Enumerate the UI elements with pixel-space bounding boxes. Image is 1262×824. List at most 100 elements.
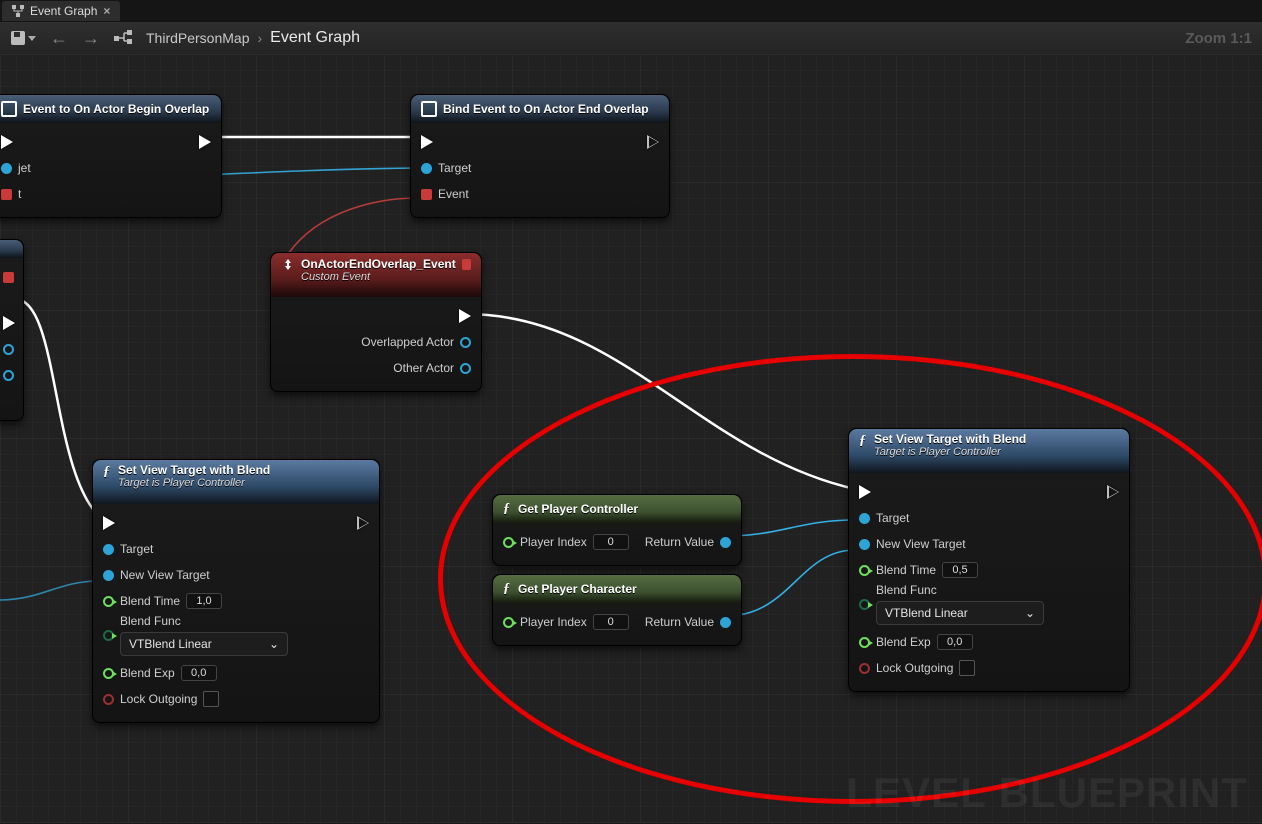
delegate-out-pin[interactable]	[462, 259, 471, 270]
graph-canvas[interactable]: Event to On Actor Begin Overlap jet t Bi…	[0, 54, 1262, 823]
pin-label: t	[18, 187, 21, 201]
node-custom-event[interactable]: OnActorEndOverlap_Event Custom Event Ove…	[270, 252, 482, 392]
lock-outgoing-checkbox[interactable]	[959, 660, 975, 676]
chevron-down-icon: ⌄	[269, 637, 279, 651]
exec-pin-in[interactable]	[103, 516, 115, 530]
lock-outgoing-pin[interactable]	[859, 663, 870, 674]
blend-exp-input[interactable]: 0,0	[181, 665, 217, 681]
data-pin-out[interactable]	[460, 337, 471, 348]
blend-exp-pin[interactable]	[103, 668, 114, 679]
data-pin[interactable]	[3, 370, 14, 381]
exec-pin-in[interactable]	[3, 316, 15, 330]
delegate-pin[interactable]	[3, 272, 14, 283]
save-icon	[10, 30, 26, 46]
pin-label: Event	[438, 187, 469, 201]
pin-label: Target	[876, 511, 909, 525]
blend-func-select[interactable]: VTBlend Linear⌄	[120, 632, 288, 656]
node-get-player-character[interactable]: ƒGet Player Character Player Index0 Retu…	[492, 574, 742, 646]
pin-label: Blend Exp	[876, 635, 931, 649]
event-pin[interactable]	[421, 189, 432, 200]
event-pin[interactable]	[1, 189, 12, 200]
node-title: OnActorEndOverlap_Event	[301, 257, 456, 271]
node-title: Get Player Character	[518, 582, 637, 596]
blend-func-pin[interactable]	[859, 599, 870, 610]
player-index-pin[interactable]	[503, 537, 514, 548]
blend-exp-pin[interactable]	[859, 637, 870, 648]
watermark-label: LEVEL BLUEPRINT	[846, 769, 1248, 817]
node-get-player-controller[interactable]: ƒGet Player Controller Player Index0 Ret…	[492, 494, 742, 566]
node-title: Event to On Actor Begin Overlap	[23, 102, 209, 116]
return-value-pin[interactable]	[720, 537, 731, 548]
node-set-view-target-right[interactable]: ƒ Set View Target with Blend Target is P…	[848, 428, 1130, 692]
pin-label: Blend Exp	[120, 666, 175, 680]
pin-label: Blend Time	[120, 594, 180, 608]
select-value: VTBlend Linear	[885, 606, 968, 620]
tab-event-graph[interactable]: Event Graph ×	[2, 1, 120, 21]
chevron-right-icon: ›	[258, 30, 263, 46]
new-view-target-pin[interactable]	[103, 570, 114, 581]
blend-func-select[interactable]: VTBlend Linear⌄	[876, 601, 1044, 625]
target-pin[interactable]	[103, 544, 114, 555]
exec-pin-out[interactable]	[359, 516, 369, 530]
node-title: Set View Target with Blend	[874, 433, 1026, 446]
pin-label: New View Target	[876, 537, 966, 551]
node-title: Bind Event to On Actor End Overlap	[443, 102, 649, 116]
bind-icon	[1, 101, 17, 117]
pin-label: Blend Func	[120, 614, 288, 628]
toolbar: ← → ThirdPersonMap › Event Graph Zoom 1:…	[0, 22, 1262, 55]
blend-time-input[interactable]: 1,0	[186, 593, 222, 609]
return-value-pin[interactable]	[720, 617, 731, 628]
exec-pin-in[interactable]	[859, 485, 871, 499]
pin-label: Target	[438, 161, 471, 175]
data-pin-out[interactable]	[460, 363, 471, 374]
node-set-view-target-left[interactable]: ƒ Set View Target with Blend Target is P…	[92, 459, 380, 723]
pin-label: Target	[120, 542, 153, 556]
bind-icon	[421, 101, 437, 117]
node-subtitle: Target is Player Controller	[874, 446, 1001, 459]
function-icon: ƒ	[503, 581, 510, 597]
player-index-input[interactable]: 0	[593, 534, 629, 550]
function-icon: ƒ	[103, 464, 110, 480]
node-bind-end-overlap[interactable]: Bind Event to On Actor End Overlap Targe…	[410, 94, 670, 218]
node-title: Set View Target with Blend	[118, 464, 270, 477]
pin-label: Lock Outgoing	[876, 661, 953, 675]
breadcrumb: ThirdPersonMap › Event Graph	[146, 29, 360, 47]
target-pin[interactable]	[1, 163, 12, 174]
node-fragment-left[interactable]	[0, 239, 24, 421]
nav-forward-icon[interactable]: →	[82, 28, 100, 49]
exec-pin-in[interactable]	[421, 135, 433, 149]
exec-pin-out[interactable]	[1109, 485, 1119, 499]
blend-func-pin[interactable]	[103, 630, 114, 641]
lock-outgoing-checkbox[interactable]	[203, 691, 219, 707]
pin-label: Overlapped Actor	[361, 335, 454, 349]
data-pin[interactable]	[3, 344, 14, 355]
pin-label: New View Target	[120, 568, 210, 582]
close-icon[interactable]: ×	[103, 4, 110, 18]
blend-time-input[interactable]: 0,5	[942, 562, 978, 578]
new-view-target-pin[interactable]	[859, 539, 870, 550]
node-bind-begin-overlap[interactable]: Event to On Actor Begin Overlap jet t	[0, 94, 222, 218]
target-pin[interactable]	[421, 163, 432, 174]
blend-time-pin[interactable]	[859, 565, 870, 576]
crumb-root[interactable]: ThirdPersonMap	[146, 30, 250, 46]
pin-label: Other Actor	[393, 361, 454, 375]
pin-label: Player Index	[520, 535, 587, 549]
exec-pin-out[interactable]	[199, 135, 211, 149]
graph-root-icon[interactable]	[114, 29, 132, 48]
node-subtitle: Custom Event	[301, 271, 456, 283]
nav-back-icon[interactable]: ←	[50, 28, 68, 49]
player-index-input[interactable]: 0	[593, 614, 629, 630]
blend-time-pin[interactable]	[103, 596, 114, 607]
crumb-leaf[interactable]: Event Graph	[270, 29, 360, 47]
pin-label: Blend Time	[876, 563, 936, 577]
pin-label: Blend Func	[876, 583, 1044, 597]
exec-pin-out[interactable]	[649, 135, 659, 149]
save-dropdown[interactable]	[10, 30, 36, 46]
target-pin[interactable]	[859, 513, 870, 524]
exec-pin-out[interactable]	[459, 309, 471, 323]
blend-exp-input[interactable]: 0,0	[937, 634, 973, 650]
player-index-pin[interactable]	[503, 617, 514, 628]
lock-outgoing-pin[interactable]	[103, 694, 114, 705]
node-subtitle: Target is Player Controller	[118, 477, 245, 490]
exec-pin-in[interactable]	[1, 135, 13, 149]
